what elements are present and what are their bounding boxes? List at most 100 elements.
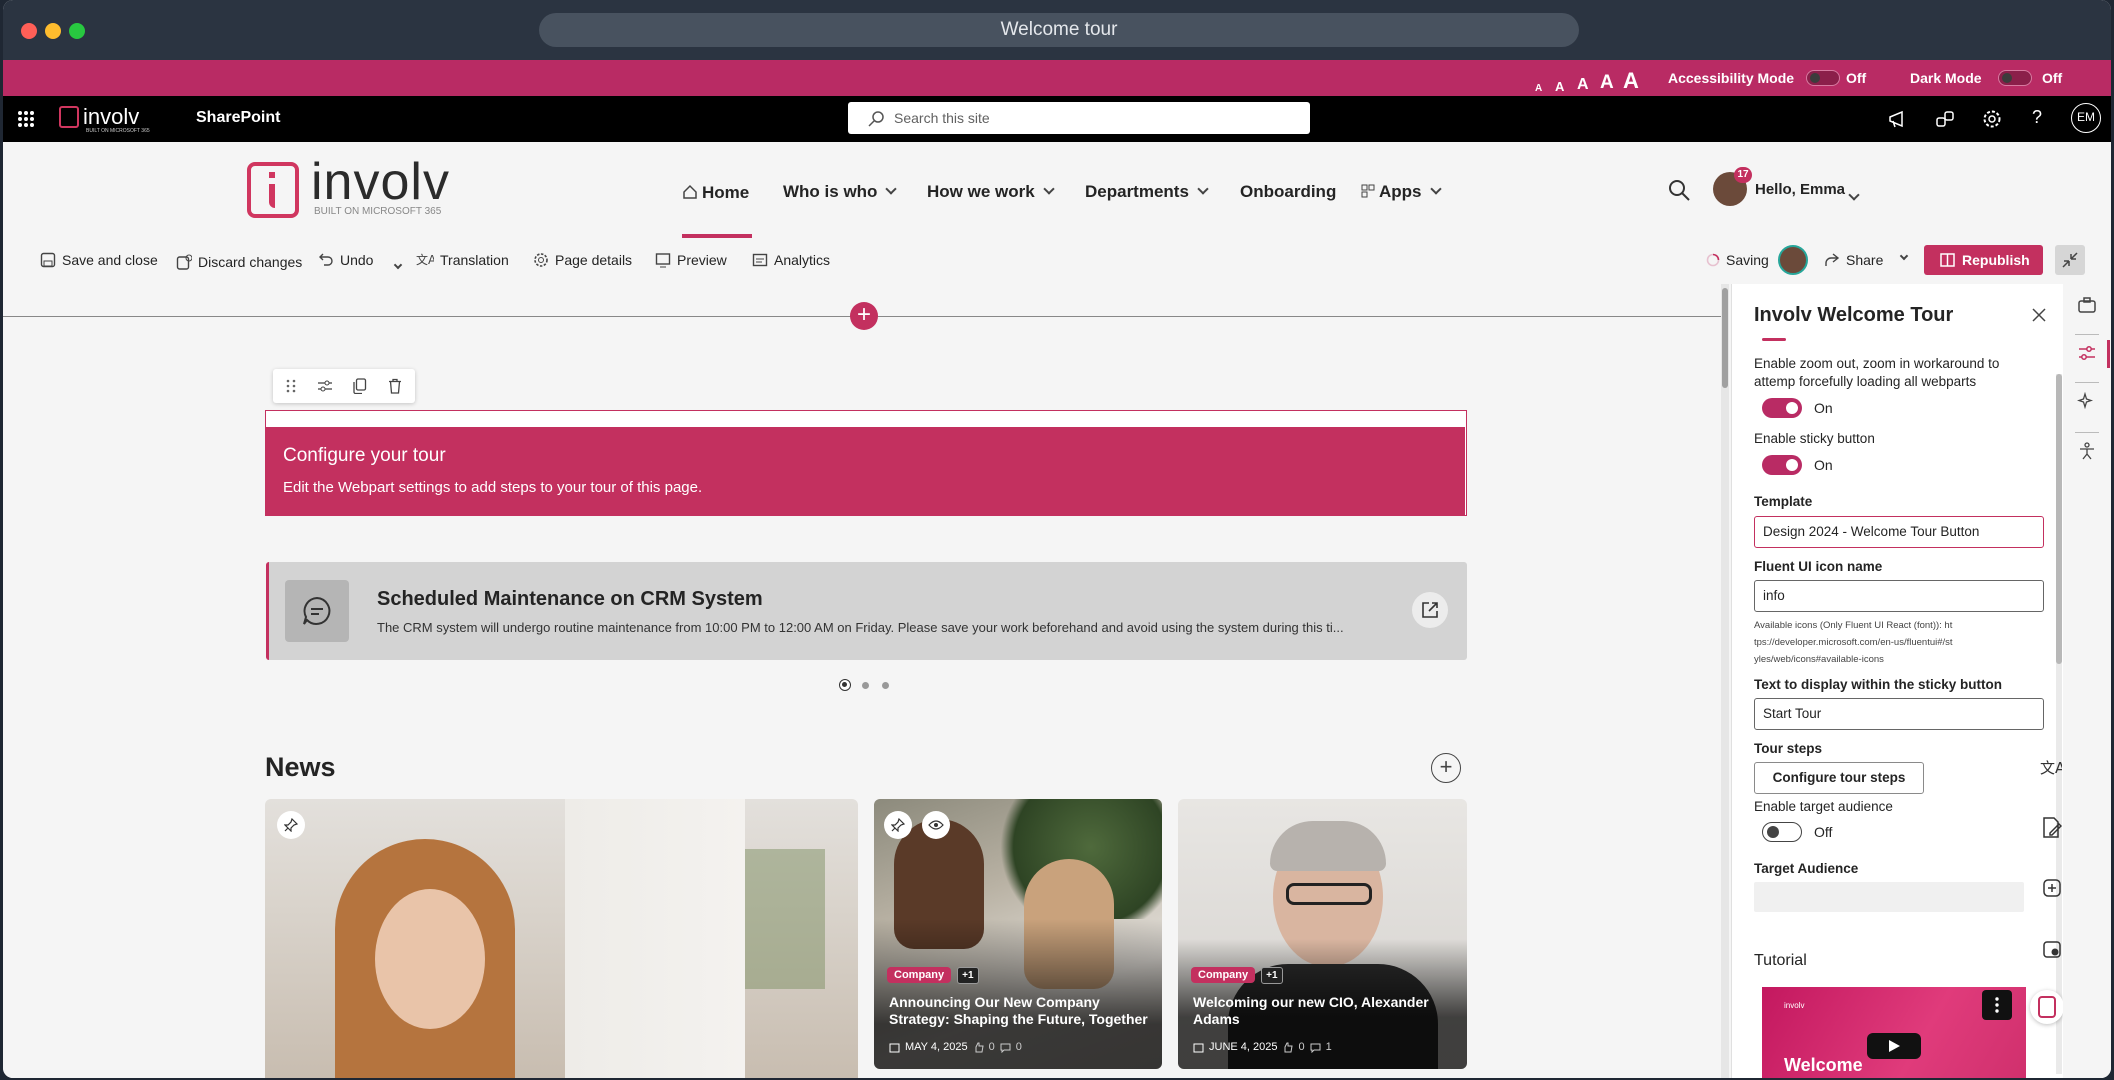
dark-mode-toggle[interactable] <box>1998 70 2032 86</box>
news-featured-image[interactable] <box>265 799 858 1078</box>
pin-button[interactable] <box>277 811 305 839</box>
involv-logo-text[interactable]: involv <box>311 152 450 212</box>
maximize-window-button[interactable] <box>69 23 85 39</box>
settings-gear-icon[interactable] <box>1982 109 2002 129</box>
duplicate-icon[interactable] <box>353 378 367 394</box>
news-card[interactable]: Company +1 Welcoming our new CIO, Alexand… <box>1178 799 1467 1069</box>
undo-dropdown-icon[interactable] <box>393 260 403 270</box>
add-section-button[interactable]: + <box>850 302 878 330</box>
open-link-button[interactable] <box>1412 592 1448 628</box>
megaphone-icon[interactable] <box>1888 109 1908 129</box>
font-size-l[interactable]: A <box>1600 72 1614 94</box>
share-icon <box>1825 253 1840 266</box>
user-greeting[interactable]: Hello, Emma <box>1755 181 1845 198</box>
page-details-button[interactable]: Page details <box>533 252 632 268</box>
nav-home[interactable]: Home <box>682 182 749 203</box>
translate-quick-icon[interactable]: 文A <box>2040 756 2062 778</box>
discard-icon <box>176 254 192 270</box>
target-audience-toggle[interactable] <box>1762 822 1802 842</box>
address-bar[interactable]: Welcome tour <box>539 13 1579 47</box>
preview-button[interactable]: Preview <box>655 252 727 268</box>
calendar-settings-icon[interactable] <box>2042 939 2062 959</box>
nav-apps[interactable]: Apps <box>1361 182 1442 202</box>
drag-handle-icon[interactable] <box>285 379 297 393</box>
edit-document-icon[interactable] <box>2042 817 2062 839</box>
carousel-dot[interactable] <box>882 682 889 689</box>
add-news-button[interactable]: + <box>1431 753 1461 783</box>
icon-name-help[interactable]: Available icons (Only Fluent UI React (f… <box>1754 617 1954 668</box>
analytics-button[interactable]: Analytics <box>752 252 830 268</box>
close-icon[interactable] <box>2032 308 2046 322</box>
share-button[interactable]: Share <box>1824 251 1909 268</box>
discard-changes-button[interactable]: Discard changes <box>176 254 302 270</box>
news-heading: News <box>265 752 336 782</box>
audience-button[interactable] <box>922 811 950 839</box>
tour-webpart[interactable]: Configure your tour Edit the Webpart set… <box>265 410 1467 516</box>
sticky-text-input[interactable]: Start Tour <box>1754 698 2044 730</box>
sticky-button-toggle[interactable] <box>1762 455 1802 475</box>
carousel-dot-active[interactable] <box>839 679 851 691</box>
chevron-down-icon <box>1429 183 1442 195</box>
nav-onboarding[interactable]: Onboarding <box>1240 182 1336 202</box>
alert-card[interactable]: Scheduled Maintenance on CRM System The … <box>266 562 1467 660</box>
accessibility-mode-toggle[interactable] <box>1806 70 1840 86</box>
page-canvas: + Configure your tour Edit the Webpart s… <box>3 284 1729 1078</box>
nav-how-we-work[interactable]: How we work <box>927 182 1055 202</box>
app-launcher-icon[interactable] <box>17 110 35 128</box>
suite-logo-icon[interactable] <box>59 106 79 128</box>
apps-connect-icon[interactable] <box>1935 109 1955 129</box>
account-avatar[interactable]: EM <box>2071 103 2101 133</box>
panel-scrollbar[interactable] <box>2056 374 2062 1074</box>
rail-active-indicator <box>2107 340 2110 368</box>
suite-logo-text[interactable]: involv <box>83 104 139 130</box>
play-button[interactable] <box>1867 1033 1921 1059</box>
add-box-icon[interactable] <box>2042 878 2062 898</box>
font-size-m[interactable]: A <box>1577 76 1589 94</box>
toolbox-icon[interactable] <box>2077 296 2097 314</box>
involv-logo-icon[interactable] <box>247 162 299 218</box>
sticky-button-label: Enable sticky button <box>1754 431 1875 446</box>
comment-icon <box>1000 1043 1011 1053</box>
news-category-tag[interactable]: Company <box>887 967 952 983</box>
share-label: Share <box>1846 252 1884 268</box>
news-category-tag[interactable]: Company <box>1191 967 1256 983</box>
minimize-window-button[interactable] <box>45 23 61 39</box>
target-audience-picker[interactable] <box>1754 882 2024 912</box>
coauthor-avatar[interactable] <box>1778 245 1808 275</box>
template-dropdown[interactable]: Design 2024 - Welcome Tour Button <box>1754 516 2044 548</box>
properties-sliders-icon[interactable] <box>2077 344 2097 362</box>
close-window-button[interactable] <box>21 23 37 39</box>
involv-floating-button[interactable] <box>2030 990 2064 1024</box>
configure-tour-steps-button[interactable]: Configure tour steps <box>1754 762 1924 794</box>
video-menu-button[interactable] <box>1982 990 2012 1020</box>
site-search-box[interactable]: Search this site <box>848 102 1310 134</box>
nav-departments[interactable]: Departments <box>1085 182 1209 202</box>
pin-button[interactable] <box>884 811 912 839</box>
edit-properties-icon[interactable] <box>317 378 333 394</box>
carousel-dot[interactable] <box>862 682 869 689</box>
collapse-panel-button[interactable] <box>2055 245 2085 275</box>
home-icon <box>683 184 697 199</box>
accessibility-icon[interactable] <box>2077 442 2097 460</box>
news-extra-tag[interactable]: +1 <box>957 967 979 984</box>
font-size-s[interactable]: A <box>1555 79 1564 94</box>
font-size-xs[interactable]: A <box>1535 83 1542 94</box>
canvas-scrollbar[interactable] <box>1721 284 1729 1078</box>
app-name[interactable]: SharePoint <box>196 109 280 127</box>
icon-name-input[interactable]: info <box>1754 580 2044 612</box>
news-card[interactable]: Company +1 Announcing Our New Company Str… <box>874 799 1162 1069</box>
news-card-title[interactable]: Welcoming our new CIO, Alexander Adams <box>1193 994 1458 1028</box>
sparkle-design-icon[interactable] <box>2077 392 2097 410</box>
news-extra-tag[interactable]: +1 <box>1261 967 1283 984</box>
undo-button[interactable]: Undo <box>318 252 373 268</box>
translation-button[interactable]: 文A Translation <box>416 252 509 268</box>
apps-icon <box>1361 184 1375 198</box>
delete-icon[interactable] <box>388 378 402 394</box>
save-and-close-button[interactable]: Save and close <box>40 252 158 268</box>
font-size-xl[interactable]: A <box>1623 68 1639 94</box>
zoom-workaround-toggle[interactable] <box>1762 398 1802 418</box>
search-icon[interactable] <box>1668 179 1690 201</box>
nav-who-is-who[interactable]: Who is who <box>783 182 898 202</box>
help-icon[interactable]: ? <box>2032 107 2042 128</box>
news-card-title[interactable]: Announcing Our New Company Strategy: Sha… <box>889 994 1154 1028</box>
